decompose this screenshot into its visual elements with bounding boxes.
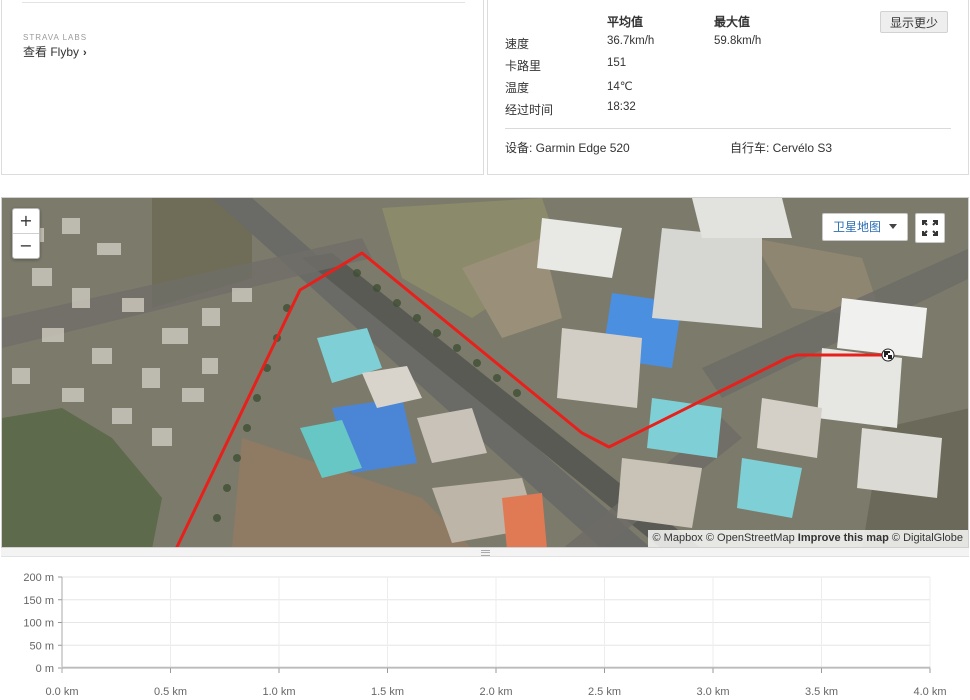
x-tick-label: 0.5 km xyxy=(154,686,187,698)
satellite-imagery xyxy=(2,198,968,547)
speed-average: 36.7km/h xyxy=(607,35,655,47)
fullscreen-icon xyxy=(922,220,938,236)
stats-panel: 平均值 最大值 显示更少 速度 36.7km/h 59.8km/h 卡路里 15… xyxy=(487,0,969,175)
elapsed-time-label: 经过时间 xyxy=(505,103,554,117)
temperature-value: 14℃ xyxy=(607,81,633,93)
elevation-chart: 200 m 150 m 100 m 50 m 0 m 0.0 km 0.5 km 1.0 km… xyxy=(0,557,970,700)
strava-labs-tag: STRAVA LABS xyxy=(23,33,88,42)
chart-resize-handle[interactable] xyxy=(1,548,969,557)
device-info: 设备: Garmin Edge 520 xyxy=(505,141,630,155)
chevron-right-icon: › xyxy=(83,47,87,59)
y-tick-label: 150 m xyxy=(23,595,54,607)
panel-divider xyxy=(22,2,465,3)
y-tick-label: 200 m xyxy=(23,572,54,584)
map-type-dropdown[interactable]: 卫星地图 xyxy=(822,213,909,241)
temperature-label: 温度 xyxy=(505,81,530,95)
elapsed-time-value: 18:32 xyxy=(607,101,636,113)
bike-info: 自行车: Cervélo S3 xyxy=(730,141,833,155)
view-flyby-link[interactable]: 查看 Flyby › xyxy=(23,43,87,60)
show-less-button[interactable]: 显示更少 xyxy=(879,11,948,33)
flyby-panel: STRAVA LABS 查看 Flyby › xyxy=(1,0,484,175)
checkered-flag-icon xyxy=(881,348,895,362)
y-tick-label: 100 m xyxy=(23,618,54,630)
digitalglobe-attribution[interactable]: © DigitalGlobe xyxy=(892,532,963,544)
x-tick-label: 4.0 km xyxy=(913,686,946,698)
stats-divider xyxy=(505,128,951,129)
x-tick-label: 0.0 km xyxy=(45,686,78,698)
speed-max: 59.8km/h xyxy=(714,35,762,47)
maximum-header: 最大值 xyxy=(714,15,751,29)
map-attribution: © Mapbox © OpenStreetMap Improve this ma… xyxy=(647,530,968,547)
elevation-chart-svg: 200 m 150 m 100 m 50 m 0 m 0.0 km 0.5 km 1.0 km… xyxy=(23,572,946,698)
zoom-in-button[interactable]: + xyxy=(13,209,39,233)
grip-icon xyxy=(481,550,490,556)
y-tick-label: 0 m xyxy=(36,663,54,675)
x-tick-label: 2.0 km xyxy=(479,686,512,698)
map-type-label: 卫星地图 xyxy=(833,220,882,234)
x-tick-label: 3.5 km xyxy=(805,686,838,698)
mapbox-attribution[interactable]: © Mapbox xyxy=(653,532,703,544)
osm-attribution[interactable]: © OpenStreetMap xyxy=(706,532,795,544)
y-tick-label: 50 m xyxy=(30,640,54,652)
x-tick-label: 3.0 km xyxy=(696,686,729,698)
zoom-out-button[interactable]: − xyxy=(13,233,39,258)
calories-label: 卡路里 xyxy=(505,59,542,73)
fullscreen-button[interactable] xyxy=(915,213,945,243)
calories-value: 151 xyxy=(607,57,627,69)
route-map[interactable]: + − 卫星地图 © Mapbox © OpenStreetMap Improv… xyxy=(1,197,969,548)
x-tick-label: 1.5 km xyxy=(371,686,404,698)
improve-map-link[interactable]: Improve this map xyxy=(798,532,889,544)
zoom-control: + − xyxy=(12,208,40,259)
x-tick-label: 2.5 km xyxy=(588,686,621,698)
average-header: 平均值 xyxy=(607,15,644,29)
speed-label: 速度 xyxy=(505,37,530,51)
x-tick-label: 1.0 km xyxy=(262,686,295,698)
view-flyby-label: 查看 Flyby xyxy=(23,45,80,59)
caret-down-icon xyxy=(889,224,898,229)
